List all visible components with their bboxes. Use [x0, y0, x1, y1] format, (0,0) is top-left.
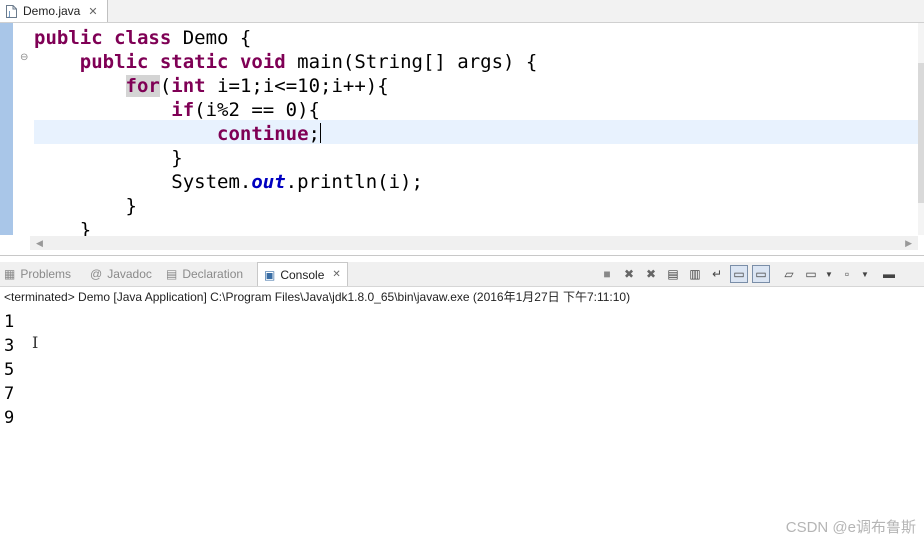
pin-console-icon[interactable]: ▱	[780, 265, 798, 283]
show-console-on-stdout-icon[interactable]: ▭	[730, 265, 748, 283]
code-token: System.	[34, 171, 252, 193]
tab-console-label: Console	[280, 267, 325, 282]
code-token: public	[79, 51, 149, 73]
console-status: <terminated> Demo [Java Application] C:\…	[4, 290, 631, 304]
editor-gutter	[0, 23, 13, 235]
clear-console-icon[interactable]: ▤	[664, 265, 682, 283]
scroll-right-icon[interactable]: ▶	[905, 236, 912, 250]
javadoc-icon: @	[90, 267, 103, 281]
code-token: Demo {	[171, 27, 252, 49]
code-line[interactable]: }	[34, 194, 537, 218]
code-token: i=1;i<=10;i++){	[205, 75, 389, 97]
code-text[interactable]: public class Demo { public static void m…	[34, 26, 537, 242]
tab-declaration-label: Declaration	[182, 267, 244, 281]
problems-icon: ▦	[4, 267, 16, 281]
code-token: }	[34, 147, 183, 169]
console-output-line: 5	[4, 360, 15, 380]
code-line[interactable]: }	[34, 146, 537, 170]
tab-problems-label: Problems	[20, 267, 72, 281]
console-output-line: 7	[4, 384, 15, 404]
console-output-line: 9	[4, 408, 15, 428]
views-tab-bar: ▦ Problems @ Javadoc ▤ Declaration ▣ Con…	[0, 262, 924, 287]
code-line[interactable]: for(int i=1;i<=10;i++){	[34, 74, 537, 98]
code-line[interactable]: System.out.println(i);	[34, 170, 537, 194]
show-console-on-stderr-icon[interactable]: ▭	[752, 265, 770, 283]
chevron-down-icon[interactable]: ▼	[860, 265, 870, 283]
scroll-left-icon[interactable]: ◀	[36, 236, 43, 250]
code-token: class	[114, 27, 172, 49]
tab-javadoc[interactable]: @ Javadoc	[90, 262, 152, 286]
tab-console[interactable]: ▣ Console ✕	[257, 262, 348, 286]
code-token: void	[239, 51, 286, 73]
tab-declaration[interactable]: ▤ Declaration	[166, 262, 243, 286]
word-wrap-icon[interactable]: ↵	[708, 265, 726, 283]
code-token: static	[159, 51, 229, 73]
console-icon: ▣	[264, 267, 276, 282]
scroll-lock-icon[interactable]: ▥	[686, 265, 704, 283]
open-console-icon[interactable]: ▫	[838, 265, 856, 283]
remove-all-launches-icon[interactable]: ✖	[642, 265, 660, 283]
code-editor[interactable]: J Demo.java ✕ ⊖ public class Demo { publ…	[0, 0, 924, 256]
code-line[interactable]: if(i%2 == 0){	[34, 98, 537, 122]
code-token: out	[251, 171, 286, 193]
fold-marker-icon[interactable]: ⊖	[20, 52, 28, 63]
editor-tab-label: Demo.java	[23, 4, 81, 18]
console-output-line: 3	[4, 336, 15, 356]
vertical-scrollbar[interactable]	[918, 23, 924, 235]
text-caret	[320, 123, 321, 143]
console-output[interactable]: 1 3 5 7 9	[4, 310, 14, 430]
code-token: int	[171, 75, 206, 97]
minimize-icon[interactable]: ▬	[880, 265, 898, 283]
code-line[interactable]: continue;	[34, 122, 537, 146]
display-selected-console-icon[interactable]: ▭	[802, 265, 820, 283]
declaration-icon: ▤	[166, 267, 178, 281]
code-token: for	[125, 75, 160, 97]
code-token: }	[34, 195, 137, 217]
watermark: CSDN @e调布鲁斯	[785, 519, 916, 536]
remove-launch-icon[interactable]: ✖	[620, 265, 638, 283]
code-token: main(String[] args) {	[285, 51, 538, 73]
code-token: public	[34, 27, 103, 49]
editor-tab-bar: J Demo.java ✕	[0, 0, 924, 23]
terminate-icon[interactable]: ■	[598, 265, 616, 283]
close-icon[interactable]: ✕	[332, 269, 340, 280]
editor-tab-demo-java[interactable]: J Demo.java ✕	[0, 0, 108, 22]
vertical-scroll-thumb[interactable]	[918, 63, 924, 203]
text-cursor-icon: I	[32, 333, 39, 352]
code-token: (	[159, 75, 172, 97]
code-token: .println(i);	[285, 171, 423, 193]
horizontal-scrollbar[interactable]: ◀ ▶	[30, 236, 918, 250]
console-output-line: 1	[4, 312, 15, 332]
java-file-icon: J	[6, 4, 17, 18]
code-line[interactable]: public class Demo {	[34, 26, 537, 50]
console-toolbar: ■ ✖ ✖ ▤ ▥ ↵ ▭ ▭ ▱ ▭ ▼ ▫ ▼ ▬	[598, 264, 902, 284]
code-token: ;	[308, 123, 320, 145]
close-icon[interactable]: ✕	[88, 5, 97, 18]
chevron-down-icon[interactable]: ▼	[824, 265, 834, 283]
code-line[interactable]: public static void main(String[] args) {	[34, 50, 538, 74]
tab-javadoc-label: Javadoc	[107, 267, 152, 281]
code-token: if	[171, 99, 195, 121]
code-token: (i%2 == 0){	[194, 99, 321, 121]
svg-text:J: J	[8, 10, 11, 18]
tab-problems[interactable]: ▦ Problems	[4, 262, 71, 286]
code-token: continue	[217, 123, 309, 145]
